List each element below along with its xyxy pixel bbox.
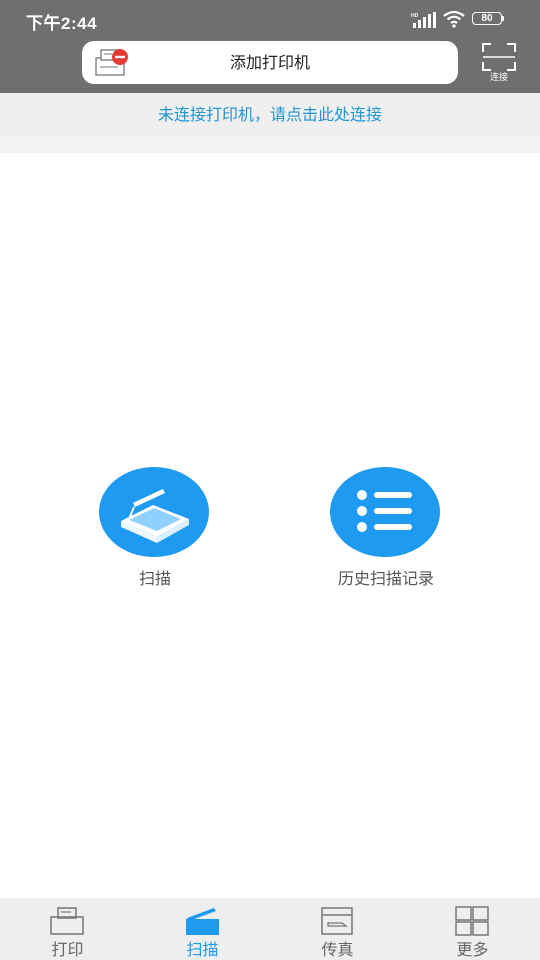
list-icon	[357, 490, 412, 532]
scan-history-button[interactable]: 历史扫描记录	[306, 467, 466, 597]
tab-scan-label: 扫描	[186, 940, 219, 959]
scan-history-circle	[330, 467, 440, 557]
scan-history-label: 历史扫描记录	[337, 569, 434, 588]
tab-fax-label: 传真	[321, 940, 354, 959]
grid-icon	[455, 906, 489, 936]
divider	[0, 137, 540, 153]
scanner-icon	[186, 908, 219, 935]
fax-icon	[321, 907, 353, 935]
scanner-icon	[121, 489, 189, 543]
add-printer-button[interactable]: 添加打印机	[82, 41, 458, 84]
printer-icon	[50, 907, 84, 935]
scan-feature-circle	[99, 467, 209, 557]
network-type-label: HD	[411, 13, 419, 19]
qr-scan-icon	[482, 43, 516, 71]
tab-more-label: 更多	[456, 940, 489, 959]
status-bar: 下午2:44 HD 80	[0, 0, 540, 38]
wifi-icon	[443, 10, 465, 28]
status-time: 下午2:44	[26, 14, 98, 33]
scan-feature-label: 扫描	[138, 569, 171, 588]
bottom-tab-bar: 打印 扫描 传真 更多	[0, 898, 540, 960]
scan-feature-button[interactable]: 扫描	[75, 467, 235, 597]
add-printer-label: 添加打印机	[229, 53, 310, 72]
scan-connect-button[interactable]: 连接	[480, 41, 518, 83]
tab-more[interactable]: 更多	[405, 898, 540, 960]
battery-level: 80	[481, 13, 493, 24]
battery-icon: 80	[472, 12, 506, 27]
connect-printer-text: 未连接打印机，请点击此处连接	[157, 105, 382, 124]
top-header: 下午2:44 HD 80 添加打印机 连接	[0, 0, 540, 93]
tab-fax[interactable]: 传真	[270, 898, 405, 960]
tab-print-label: 打印	[51, 940, 84, 959]
tab-print[interactable]: 打印	[0, 898, 135, 960]
tab-scan[interactable]: 扫描	[135, 898, 270, 960]
signal-icon: HD	[411, 12, 436, 28]
scan-connect-label: 连接	[489, 73, 508, 83]
connect-printer-banner[interactable]: 未连接打印机，请点击此处连接	[0, 93, 540, 137]
